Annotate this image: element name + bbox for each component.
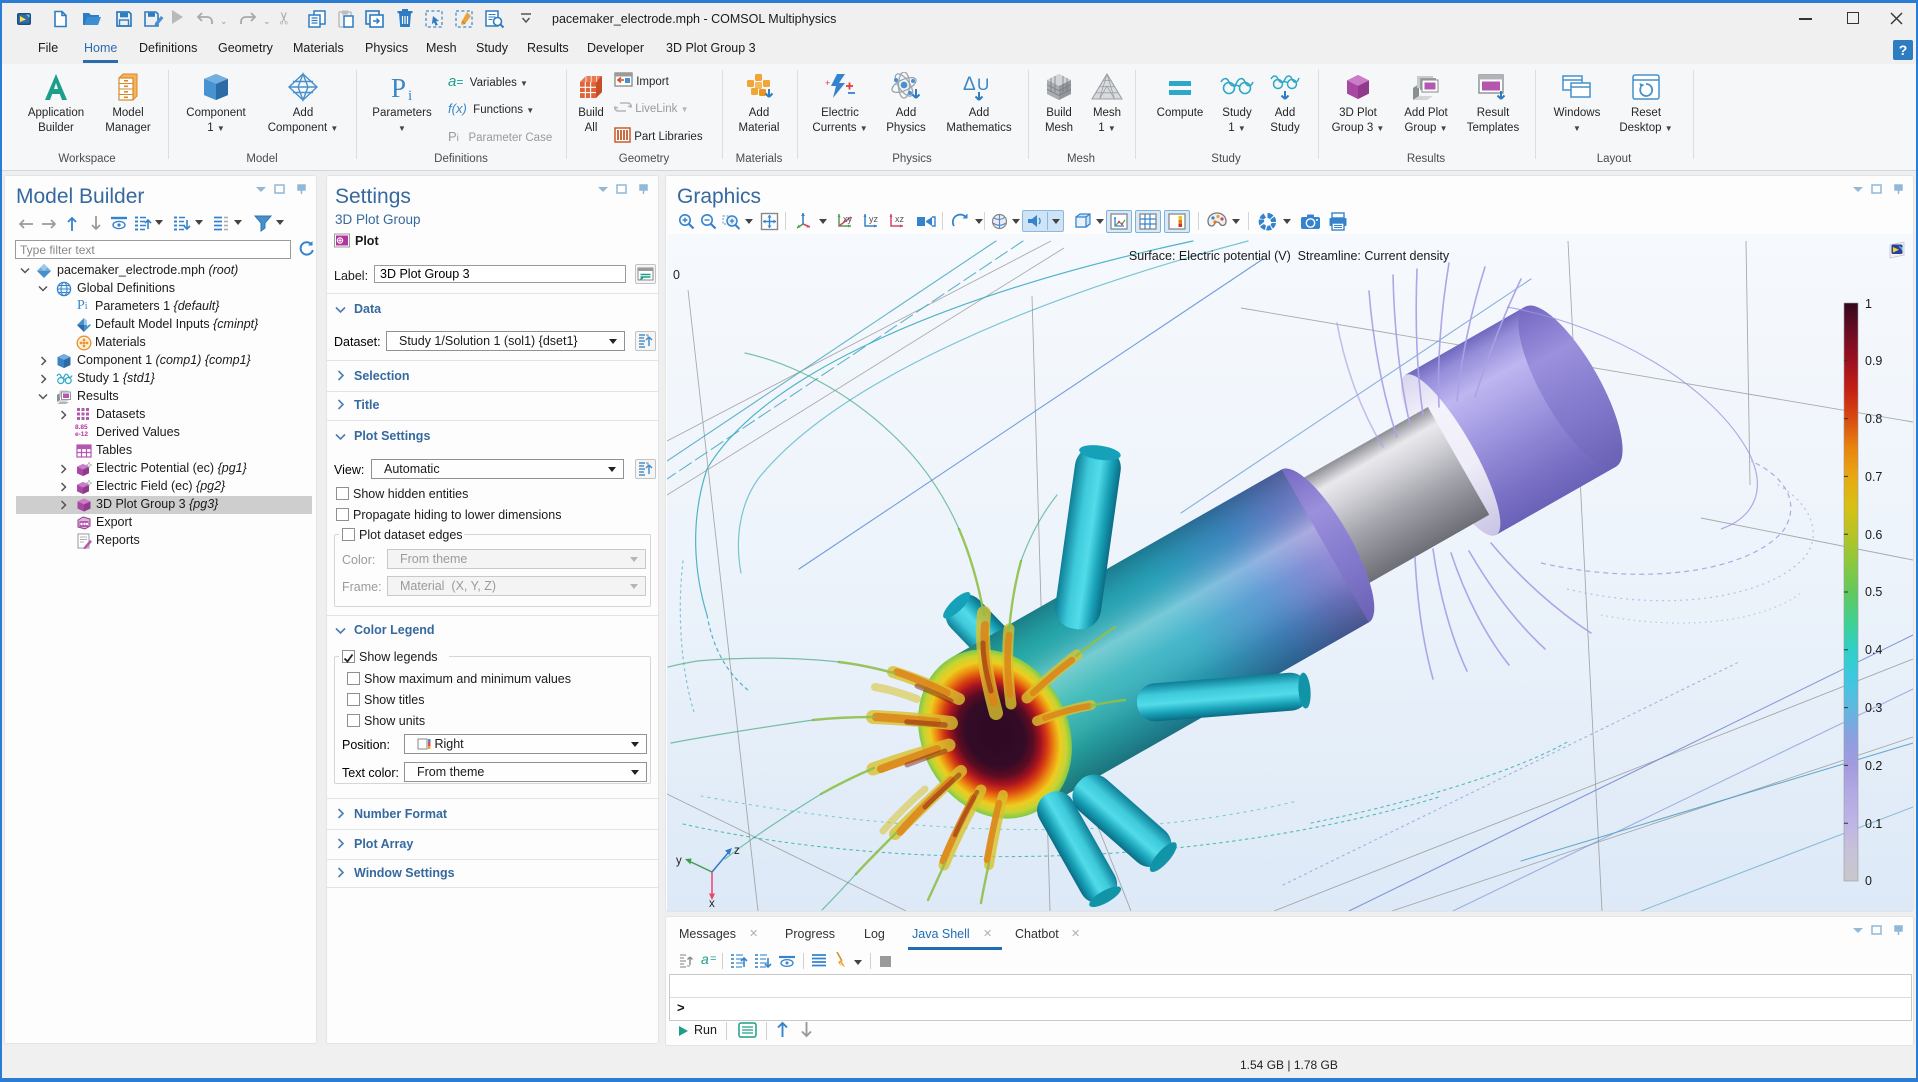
svg-text:0.4: 0.4 [1865,643,1882,657]
svg-text:U: U [977,75,989,94]
svg-text:y: y [676,855,682,867]
svg-text:0.1: 0.1 [1865,817,1882,831]
svg-text:0.9: 0.9 [1865,354,1882,368]
svg-text:Δ: Δ [963,74,976,95]
svg-text:0.8: 0.8 [1865,412,1882,426]
svg-text:0: 0 [673,268,680,282]
svg-text:0.5: 0.5 [1865,585,1882,599]
svg-text:+: + [825,78,830,88]
svg-text:Surface: Electric potential (V: Surface: Electric potential (V) Streamli… [1129,249,1450,263]
svg-text:0: 0 [1865,874,1872,888]
svg-text:x: x [709,898,715,910]
svg-text:0.3: 0.3 [1865,701,1882,715]
svg-text:z: z [734,845,740,857]
svg-text:yz: yz [869,214,879,224]
svg-text:xy: xy [843,214,853,224]
svg-text:1: 1 [1865,297,1872,311]
svg-text:i: i [408,88,412,102]
svg-text:xz: xz [895,214,905,224]
svg-text:0.2: 0.2 [1865,759,1882,773]
svg-text:P: P [391,73,406,102]
svg-text:0.7: 0.7 [1865,470,1882,484]
svg-text:0.6: 0.6 [1865,528,1882,542]
